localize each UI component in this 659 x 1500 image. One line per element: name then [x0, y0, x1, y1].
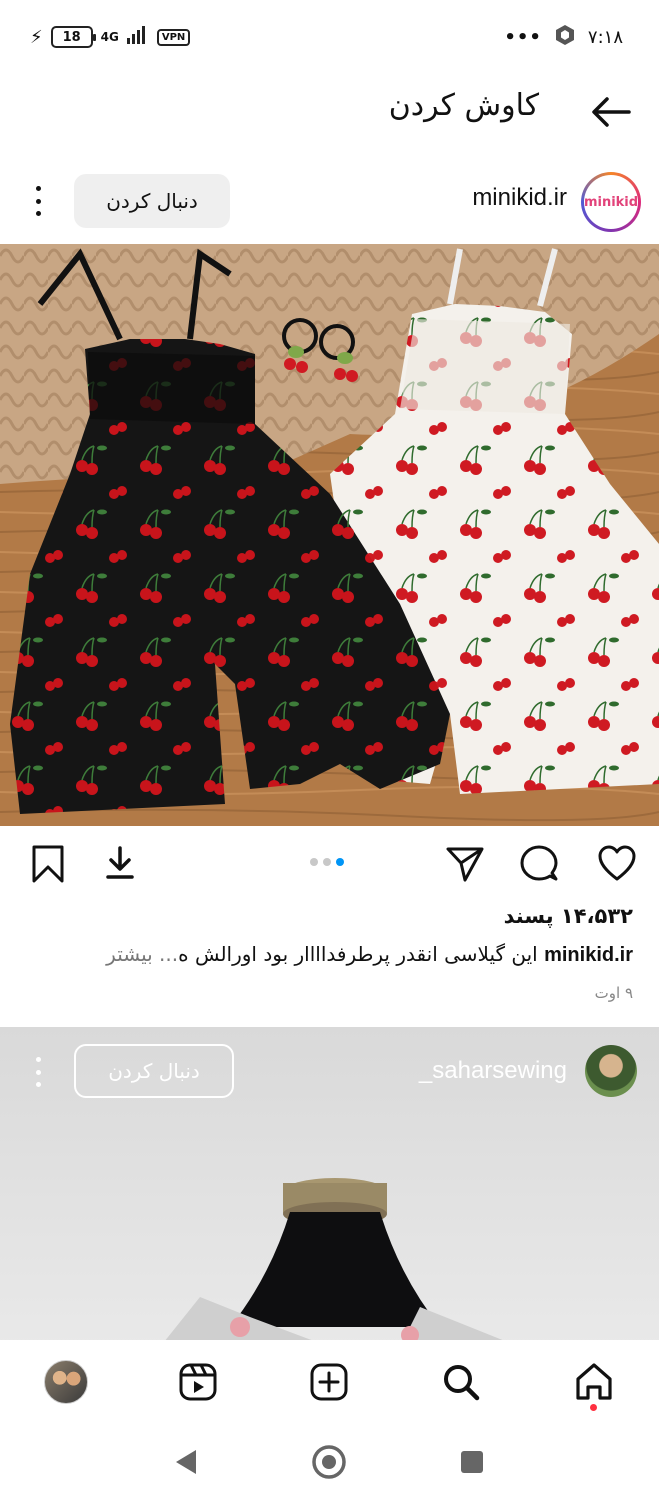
post-username[interactable]: minikid.ir: [472, 184, 567, 212]
status-left: ⚡ 18 4G VPN: [30, 26, 191, 48]
clock: ۷:۱۸: [587, 27, 623, 48]
arrow-left-icon[interactable]: [589, 92, 633, 132]
overflow-indicator: •••: [504, 27, 542, 48]
like-count[interactable]: ۱۴،۵۳۲ پسند: [504, 904, 633, 928]
more-options-icon[interactable]: [28, 186, 48, 216]
status-right: ••• ۷:۱۸: [504, 24, 623, 51]
reels-icon[interactable]: [176, 1360, 220, 1404]
caption-username[interactable]: minikid.ir: [544, 944, 633, 966]
avatar-logo-text: minikid: [584, 175, 638, 229]
page-title: کاوش کردن: [388, 88, 539, 123]
avatar[interactable]: [585, 1045, 637, 1097]
post-2[interactable]: _saharsewing دنبال کردن: [0, 1027, 659, 1347]
more-link[interactable]: ... بیشتر: [106, 942, 178, 966]
post-image[interactable]: [0, 244, 659, 826]
caption-text: این گیلاسی انقدر پرطرفداااار بود اورالش …: [178, 942, 545, 966]
search-icon[interactable]: [439, 1360, 483, 1404]
bookmark-icon[interactable]: [28, 844, 68, 884]
bottom-nav: [0, 1340, 659, 1426]
follow-button[interactable]: دنبال کردن: [74, 1044, 234, 1098]
carousel-indicator: [310, 858, 344, 866]
battery-indicator: 18: [50, 26, 96, 48]
follow-button[interactable]: دنبال کردن: [74, 174, 230, 228]
post-actions: [0, 838, 659, 892]
post-header: minikid minikid.ir دنبال کردن: [0, 166, 659, 236]
system-recents-icon[interactable]: [454, 1444, 490, 1480]
charging-icon: ⚡: [30, 26, 43, 48]
signal-icon: [126, 26, 149, 48]
post-photo: [0, 244, 659, 826]
avatar[interactable]: minikid: [581, 172, 641, 232]
post-caption[interactable]: minikid.ir این گیلاسی انقدر پرطرفداااار …: [23, 942, 633, 967]
create-post-icon[interactable]: [307, 1360, 351, 1404]
system-back-icon[interactable]: [168, 1444, 204, 1480]
post-username[interactable]: _saharsewing: [419, 1057, 567, 1085]
system-home-icon[interactable]: [311, 1444, 347, 1480]
network-indicator: 4G: [100, 29, 119, 44]
more-options-icon[interactable]: [28, 1057, 48, 1087]
send-icon[interactable]: [445, 844, 485, 884]
home-icon[interactable]: [572, 1360, 616, 1404]
profile-icon[interactable]: [44, 1360, 88, 1404]
app-notification-icon: [554, 24, 576, 51]
download-icon[interactable]: [100, 844, 140, 884]
notification-dot: [590, 1404, 597, 1411]
status-bar: ⚡ 18 4G VPN ••• ۷:۱۸: [0, 0, 659, 80]
vpn-badge: VPN: [156, 28, 191, 46]
system-nav: [0, 1426, 659, 1500]
top-header: کاوش کردن: [0, 82, 659, 142]
post-date: ۹ اوت: [594, 984, 633, 1002]
comment-icon[interactable]: [519, 844, 559, 884]
heart-icon[interactable]: [597, 844, 637, 884]
avatar: [44, 1360, 88, 1404]
